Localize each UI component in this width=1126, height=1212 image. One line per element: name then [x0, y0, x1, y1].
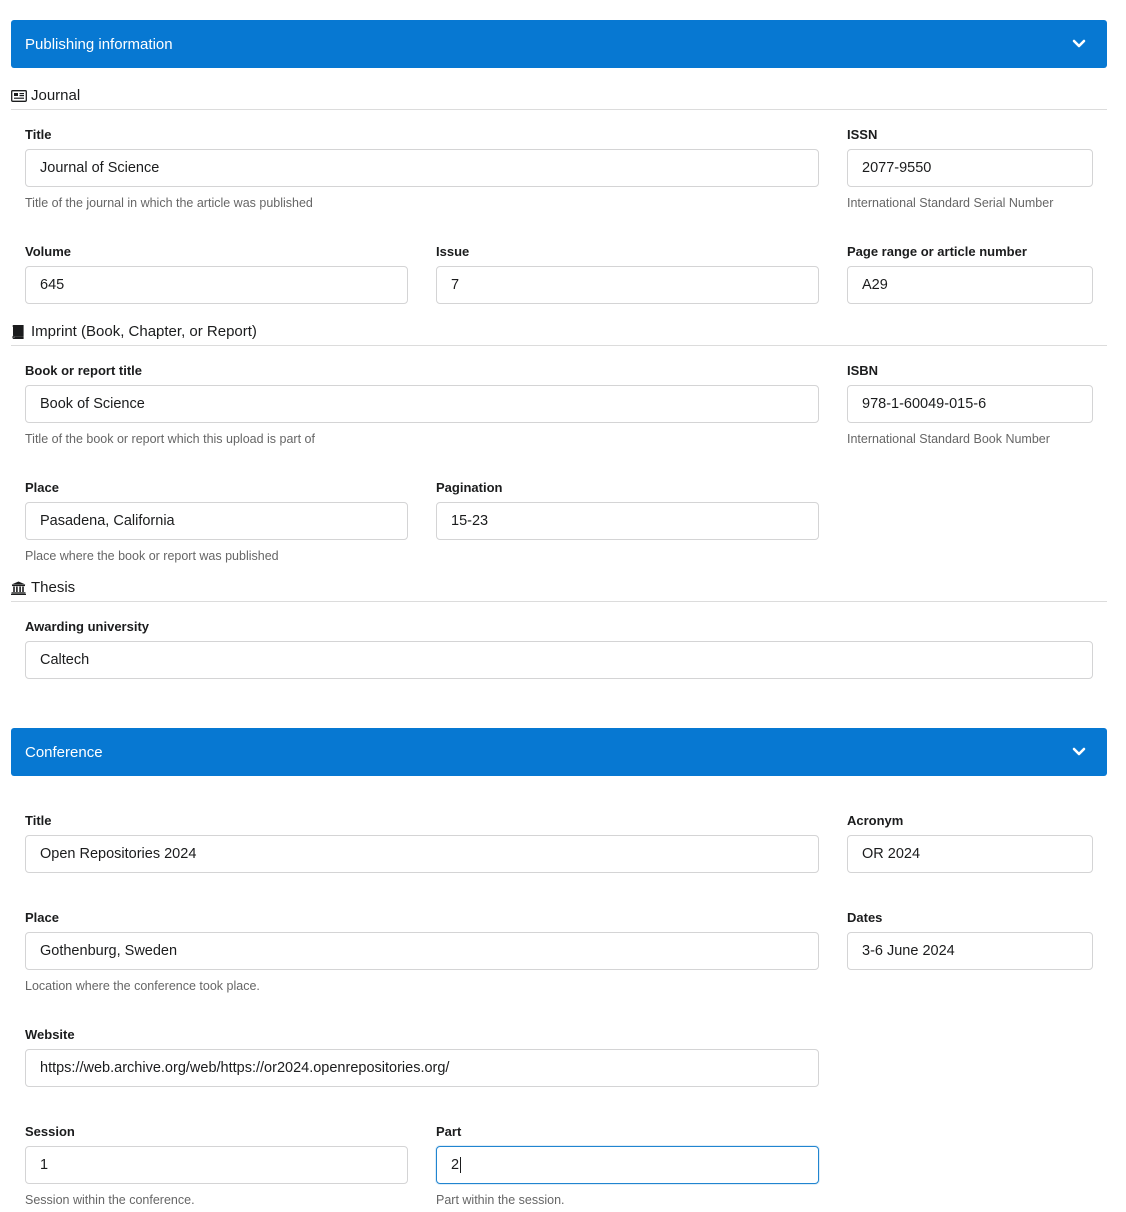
- isbn-input[interactable]: 978-1-60049-015-6: [847, 385, 1093, 423]
- book-title-help: Title of the book or report which this u…: [25, 432, 315, 446]
- text-cursor: [460, 1157, 462, 1173]
- thesis-section-title: Thesis: [11, 578, 1107, 602]
- journal-title-input[interactable]: Journal of Science: [25, 149, 819, 187]
- book-title-value: Book of Science: [40, 396, 145, 412]
- university-input[interactable]: Caltech: [25, 641, 1093, 679]
- issn-label: ISSN: [847, 127, 878, 142]
- issn-value: 2077-9550: [862, 160, 932, 176]
- thesis-section-label: Thesis: [31, 579, 76, 596]
- page-range-input[interactable]: A29: [847, 266, 1093, 304]
- part-input[interactable]: 2: [436, 1146, 819, 1184]
- conference-place-value: Gothenburg, Sweden: [40, 943, 178, 959]
- isbn-label: ISBN: [847, 363, 879, 378]
- pagination-value: 15-23: [451, 513, 489, 529]
- book-title-input[interactable]: Book of Science: [25, 385, 819, 423]
- issn-help: International Standard Serial Number: [847, 196, 1054, 210]
- part-help: Part within the session.: [436, 1193, 565, 1207]
- publishing-accordion-header[interactable]: Publishing information: [11, 20, 1107, 68]
- issue-input[interactable]: 7: [436, 266, 819, 304]
- chevron-down-icon: [1072, 39, 1086, 48]
- session-input[interactable]: 1: [25, 1146, 408, 1184]
- journal-title-value: Journal of Science: [40, 160, 160, 176]
- imprint-place-input[interactable]: Pasadena, California: [25, 502, 408, 540]
- volume-label: Volume: [25, 244, 71, 259]
- conference-header-title: Conference: [25, 743, 103, 761]
- university-label: Awarding university: [25, 619, 150, 634]
- university-icon: [11, 581, 27, 595]
- imprint-place-label: Place: [25, 480, 59, 495]
- journal-section-title: Journal: [11, 86, 1107, 110]
- conference-title-value: Open Repositories 2024: [40, 846, 197, 862]
- conference-place-input[interactable]: Gothenburg, Sweden: [25, 932, 819, 970]
- book-icon: [11, 324, 27, 339]
- volume-value: 645: [40, 277, 65, 293]
- part-label: Part: [436, 1124, 462, 1139]
- conference-place-help: Location where the conference took place…: [25, 979, 260, 993]
- conference-title-label: Title: [25, 813, 52, 828]
- page-range-label: Page range or article number: [847, 244, 1027, 259]
- website-label: Website: [25, 1027, 75, 1042]
- journal-title-label: Title: [25, 127, 52, 142]
- conference-place-label: Place: [25, 910, 59, 925]
- imprint-place-help: Place where the book or report was publi…: [25, 549, 279, 563]
- imprint-place-value: Pasadena, California: [40, 513, 175, 529]
- pagination-label: Pagination: [436, 480, 503, 495]
- imprint-section-label: Imprint (Book, Chapter, or Report): [31, 323, 257, 340]
- dates-value: 3-6 June 2024: [862, 943, 955, 959]
- issn-input[interactable]: 2077-9550: [847, 149, 1093, 187]
- dates-label: Dates: [847, 910, 883, 925]
- journal-section-label: Journal: [31, 87, 81, 104]
- session-value: 1: [40, 1157, 49, 1173]
- university-value: Caltech: [40, 652, 90, 668]
- book-title-label: Book or report title: [25, 363, 143, 378]
- imprint-section-title: Imprint (Book, Chapter, or Report): [11, 322, 1107, 346]
- website-value: https://web.archive.org/web/https://or20…: [40, 1060, 450, 1076]
- session-help: Session within the conference.: [25, 1193, 195, 1207]
- newspaper-icon: [11, 89, 27, 103]
- page-range-value: A29: [862, 277, 888, 293]
- issue-value: 7: [451, 277, 460, 293]
- conference-title-input[interactable]: Open Repositories 2024: [25, 835, 819, 873]
- acronym-value: OR 2024: [862, 846, 921, 862]
- journal-title-help: Title of the journal in which the articl…: [25, 196, 313, 210]
- isbn-value: 978-1-60049-015-6: [862, 396, 987, 412]
- chevron-down-icon: [1072, 747, 1086, 756]
- acronym-label: Acronym: [847, 813, 904, 828]
- publishing-header-title: Publishing information: [25, 35, 173, 53]
- part-value: 2: [451, 1157, 460, 1173]
- pagination-input[interactable]: 15-23: [436, 502, 819, 540]
- conference-accordion-header[interactable]: Conference: [11, 728, 1107, 776]
- website-input[interactable]: https://web.archive.org/web/https://or20…: [25, 1049, 819, 1087]
- acronym-input[interactable]: OR 2024: [847, 835, 1093, 873]
- session-label: Session: [25, 1124, 75, 1139]
- issue-label: Issue: [436, 244, 470, 259]
- dates-input[interactable]: 3-6 June 2024: [847, 932, 1093, 970]
- volume-input[interactable]: 645: [25, 266, 408, 304]
- isbn-help: International Standard Book Number: [847, 432, 1050, 446]
